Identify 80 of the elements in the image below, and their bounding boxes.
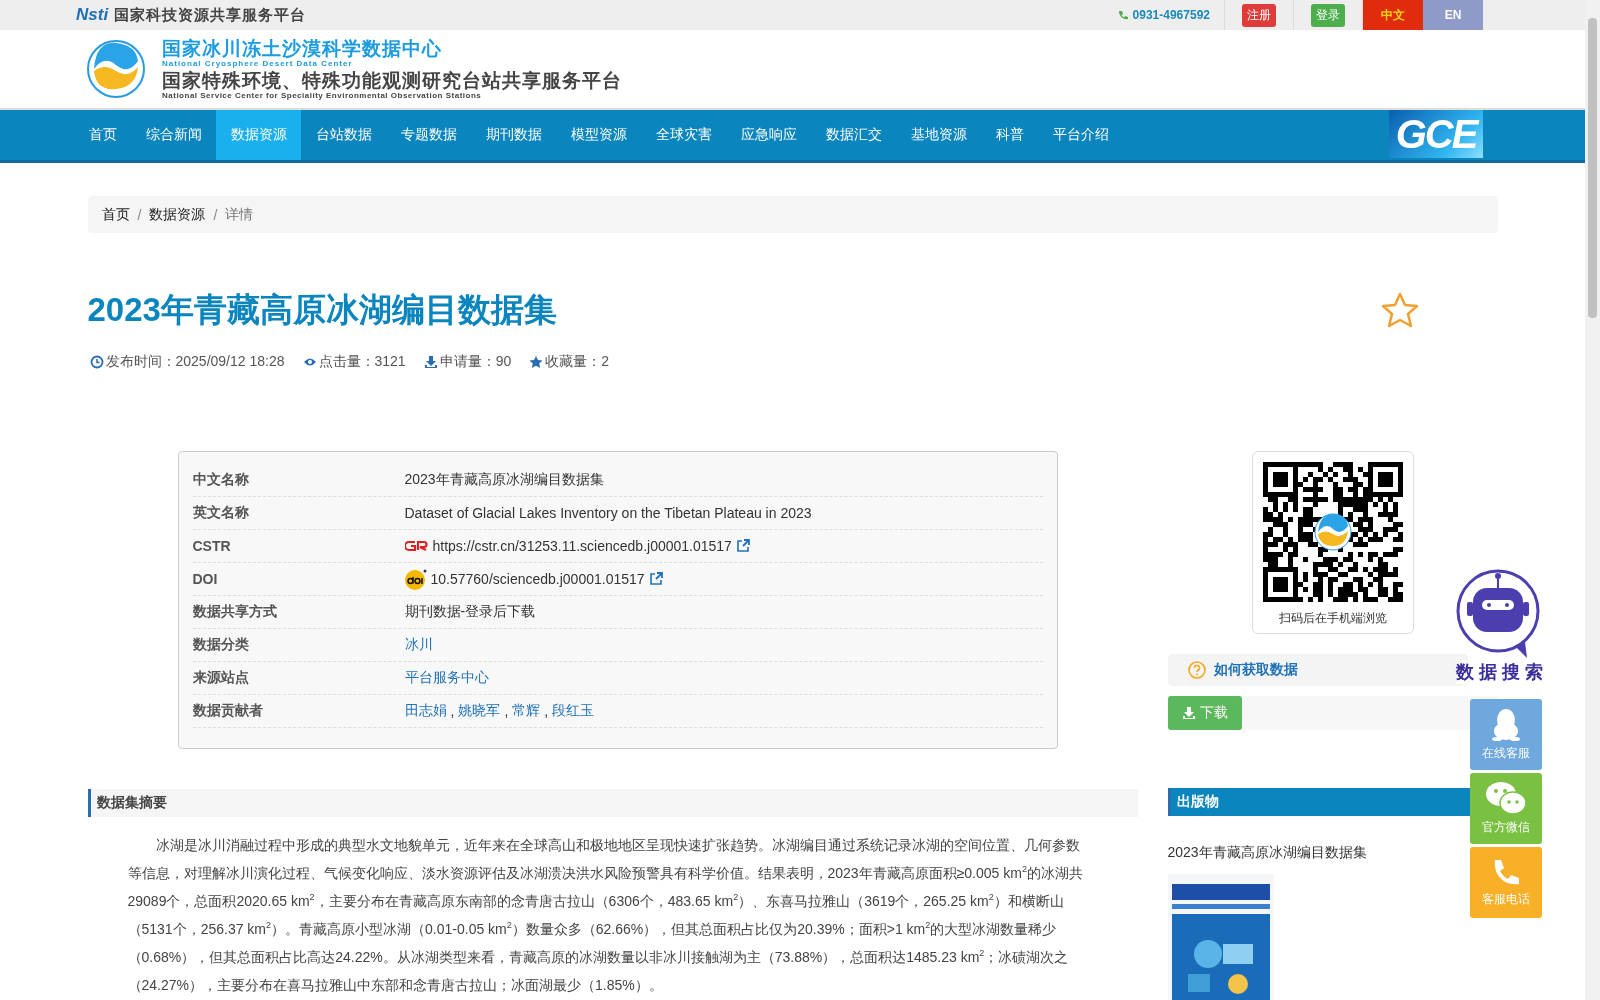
nav-item[interactable]: 平台介绍 (1038, 110, 1123, 160)
doi-icon (404, 568, 427, 590)
question-icon (1187, 661, 1206, 679)
field-label: 中文名称 (192, 471, 250, 489)
breadcrumb-link[interactable]: 数据资源 (149, 205, 206, 224)
phone-number: 0931-4967592 (1132, 8, 1210, 22)
nav-item[interactable]: 应急响应 (726, 110, 811, 160)
chat-bubbles-icon (1485, 781, 1527, 815)
nav-item[interactable]: 台站数据 (301, 110, 386, 160)
center-subtitle: National Cryosphere Desert Data Center (162, 58, 354, 68)
field-link[interactable]: 姚晓军 (458, 702, 501, 720)
meta-text: 点击量：3121 (318, 353, 406, 371)
external-link-icon[interactable] (648, 572, 663, 586)
breadcrumb-separator: / (136, 206, 143, 223)
help-link[interactable]: 如何获取数据 (1213, 661, 1298, 679)
field-label: 英文名称 (192, 504, 250, 522)
field-label: 数据分类 (192, 636, 250, 654)
external-link-icon[interactable] (735, 539, 750, 553)
field-value: 10.57760/sciencedb.j00001.01517 (430, 571, 645, 587)
nav-item[interactable]: 数据资源 (216, 110, 301, 160)
section-heading: 数据集摘要 (87, 789, 1138, 817)
abstract-text: 冰湖是冰川消融过程中形成的典型水文地貌单元，近年来在全球高山和极地地区呈现快速扩张趋势。冰湖编目通过系统记录冰湖的空间位置、几何参数等信息，对理解冰川演化过程、气候变化响应、淡水资源评估及冰湖溃决洪水风险预警具有科学价值。结果表明，2023年青藏高原面积≥0.005 km$^{2}$的冰湖共29089个，总面积2020.65 km$^{2}$，主要分布在青藏高原东南部的念青唐古拉山（6306个，483.65 km$^{2}$）、东喜马拉雅山（3619个，265.25 km$^{2}$）和横断山（5131个，256.37 km$^{2}$）。青藏高原小型冰湖（0.01-0.05 km$^{2}$）数量众多（62.66%），但其总面积占比仅为20.39%；面积>1 km$^{2}$的大型冰湖数量稀少（0.68%），但其总面积占比高达24.22%。从冰湖类型来看，青藏高原的冰湖数量以非冰川接触湖为主（73.88%），总面积达1485.23 km$^{2}$；冰碛湖次之（24.27%），主要分布在喜马拉雅山中东部和念青唐古拉山；冰面湖最少（1.85%）。 (127, 836, 1084, 995)
nav-item[interactable]: 专题数据 (386, 110, 471, 160)
language-tab[interactable]: EN (1423, 0, 1483, 30)
meta-text: 申请量：90 (439, 353, 512, 371)
site-name: 国家科技资源共享服务平台 (114, 5, 307, 25)
field-label: 数据共享方式 (192, 603, 278, 621)
contact-button[interactable]: 在线客服 (1470, 699, 1542, 770)
breadcrumb-current: 详情 (225, 205, 254, 224)
separator: , (504, 703, 509, 719)
separator: , (450, 703, 455, 719)
nav-item[interactable]: 基地资源 (896, 110, 981, 160)
breadcrumb-link[interactable]: 首页 (101, 205, 130, 224)
field-value: Dataset of Glacial Lakes Inventory on the Tibetan Plateau in 2023 (404, 505, 812, 521)
logo[interactable]: GCE (1389, 110, 1483, 158)
separator: , (544, 703, 549, 719)
clock-icon (89, 355, 104, 369)
logo[interactable]: Nsti (76, 5, 109, 25)
platform-subtitle: National Service Center for Speciality Environmental Observation Stations (162, 91, 483, 100)
nav-item[interactable]: 全球灾害 (641, 110, 726, 160)
star-icon (529, 355, 544, 369)
nav-item[interactable]: 首页 (74, 110, 131, 160)
field-value: 期刊数据-登录后下载 (404, 603, 536, 621)
platform-title: 国家特殊环境、特殊功能观测研究台站共享服务平台 (162, 69, 622, 92)
contact-button[interactable]: 官方微信 (1470, 773, 1542, 844)
breadcrumb-separator: / (212, 206, 219, 223)
penguin-icon (1491, 707, 1521, 741)
meta-text: 发布时间：2025/09/12 18:28 (105, 353, 285, 371)
field-link[interactable]: 常辉 (512, 702, 541, 720)
nav-item[interactable]: 模型资源 (556, 110, 641, 160)
field-link[interactable]: 田志娟 (404, 702, 447, 720)
cstr-icon (404, 539, 429, 553)
field-value: 2023年青藏高原冰湖编目数据集 (404, 471, 604, 489)
nav-item[interactable]: 期刊数据 (471, 110, 556, 160)
center-title: 国家冰川冻土沙漠科学数据中心 (162, 38, 443, 59)
meta-text: 收藏量：2 (545, 353, 610, 371)
download-icon (1181, 706, 1196, 720)
dataset-title: 2023年青藏高原冰湖编目数据集 (87, 290, 557, 330)
field-label: DOI (192, 571, 219, 587)
download-button[interactable]: 下载 (1167, 696, 1242, 730)
download-icon (423, 355, 438, 369)
field-link[interactable]: 平台服务中心 (404, 669, 489, 687)
field-label: 来源站点 (192, 669, 250, 687)
field-label: CSTR (192, 538, 232, 554)
login-button[interactable]: 登录 (1311, 3, 1345, 27)
publication-title: 2023年青藏高原冰湖编目数据集 (1167, 844, 1368, 862)
assistant-label[interactable]: 数 据 搜 索 (1456, 660, 1544, 684)
register-button[interactable]: 注册 (1242, 3, 1276, 27)
qr-caption: 扫码后在手机端浏览 (1278, 610, 1387, 627)
nav-item[interactable]: 综合新闻 (131, 110, 216, 160)
field-label: 数据贡献者 (192, 702, 264, 720)
field-link[interactable]: 冰川 (404, 636, 433, 654)
phone-icon (1117, 10, 1128, 20)
field-value: https://cstr.cn/31253.11.sciencedb.j00001.01517 (432, 538, 732, 554)
emblem-icon (86, 39, 146, 99)
field-link[interactable]: 段红玉 (552, 702, 595, 720)
nav-item[interactable]: 数据汇交 (811, 110, 896, 160)
scrollbar[interactable] (1585, 0, 1600, 1000)
language-tab[interactable]: 中文 (1363, 0, 1423, 30)
nav-item[interactable]: 科普 (981, 110, 1038, 160)
